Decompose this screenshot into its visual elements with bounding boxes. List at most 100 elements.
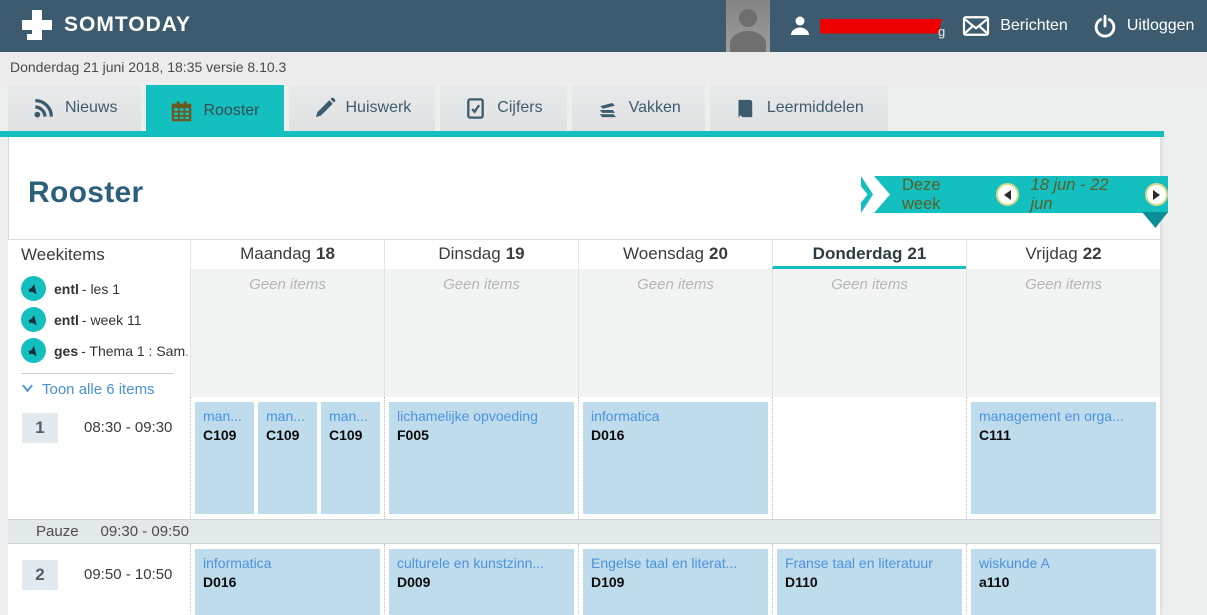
show-all-label: Toon alle 6 items [42, 381, 155, 398]
lesson-room: D016 [203, 574, 237, 591]
lesson-room: C109 [266, 427, 300, 444]
lesson-subject-link[interactable]: management en orga... [979, 407, 1148, 425]
previous-week-button[interactable] [995, 183, 1019, 206]
lesson-block[interactable]: management en orga... C111 [971, 402, 1156, 514]
weekitem-entl-week11[interactable]: entl - week 11 [8, 304, 190, 335]
envelope-icon [961, 14, 991, 38]
lesson-room: C109 [203, 427, 237, 444]
weekitems-divider [21, 373, 173, 374]
somtoday-app: SOMTODAY g Berichten Uitloggen Donderdag… [0, 0, 1207, 615]
geen-items-woensdag: Geen items [578, 269, 772, 397]
lesson-subject-link[interactable]: wiskunde A [979, 554, 1148, 572]
arrow-left-icon [999, 189, 1011, 200]
lesson-number-badge: 2 [22, 560, 58, 590]
day-number: 21 [907, 244, 927, 263]
lesson-block[interactable]: culturele en kunstzinn... D009 [389, 549, 574, 615]
day-header-dinsdag: Dinsdag 19 [384, 240, 578, 269]
lesson-block[interactable]: informatica D016 [195, 549, 380, 615]
tab-cijfers[interactable]: Cijfers [440, 85, 567, 131]
tab-rooster[interactable]: Rooster [146, 85, 284, 137]
lesson-block[interactable]: man... C109 [195, 402, 254, 514]
tab-label: Leermiddelen [766, 99, 864, 116]
show-all-items-link[interactable]: Toon alle 6 items [21, 381, 190, 398]
lesson-subject-link[interactable]: Engelse taal en literat... [591, 554, 760, 572]
weekitem-desc: - week 11 [81, 311, 142, 328]
lesson-block[interactable]: wiskunde A a110 [971, 549, 1156, 615]
somtoday-logo[interactable]: SOMTODAY [20, 8, 191, 42]
day-number: 22 [1082, 244, 1102, 263]
lesson-subject-link[interactable]: man... [329, 407, 372, 425]
lesson-row-2: 2 09:50 - 10:50 informatica D016 culture… [8, 544, 1160, 615]
books-icon [596, 97, 619, 120]
avatar-head-shape [739, 9, 757, 27]
lesson-block[interactable]: lichamelijke opvoeding F005 [389, 402, 574, 514]
tab-leermiddelen[interactable]: Leermiddelen [709, 85, 888, 131]
tab-nieuws[interactable]: Nieuws [8, 85, 142, 131]
lesson-subject-link[interactable]: informatica [203, 554, 372, 572]
next-week-button[interactable] [1144, 183, 1168, 206]
geen-items-dinsdag: Geen items [384, 269, 578, 397]
weekitem-code: ges [54, 342, 79, 359]
tab-bar: Nieuws Rooster Huiswerk Cijfers Vakken L… [8, 85, 888, 137]
day-number: 18 [315, 244, 335, 263]
messages-button[interactable]: Berichten [961, 14, 1068, 38]
logout-button[interactable]: Uitloggen [1092, 13, 1194, 39]
tab-huiswerk[interactable]: Huiswerk [288, 85, 436, 131]
lesson-block[interactable]: Engelse taal en literat... D109 [583, 549, 768, 615]
tab-label: Cijfers [497, 99, 543, 116]
messages-label: Berichten [1000, 17, 1068, 34]
username-remnant: g [938, 23, 946, 39]
avatar[interactable] [726, 0, 770, 52]
tab-label: Huiswerk [345, 99, 412, 116]
cell-row1-donderdag-empty [772, 397, 966, 519]
week-ribbon: Deze week 18 jun - 22 jun [874, 176, 1168, 213]
weekitem-label: entl - les 1 [54, 281, 120, 297]
lesson-room: D110 [785, 574, 818, 591]
lesson-subject-link[interactable]: Franse taal en literatuur [785, 554, 954, 572]
pencil-icon [313, 97, 336, 120]
lesson-subject-link[interactable]: informatica [591, 407, 760, 425]
lesson-room: D009 [397, 574, 431, 591]
logo-text: SOMTODAY [64, 13, 192, 36]
lesson-room: C109 [329, 427, 363, 444]
lesson-subject-link[interactable]: lichamelijke opvoeding [397, 407, 566, 425]
lesson-block[interactable]: informatica D016 [583, 402, 768, 514]
pauze-time: 09:30 - 09:50 [100, 523, 189, 540]
lesson-room: D109 [591, 574, 625, 591]
lesson-room: D016 [591, 427, 625, 444]
geen-items-vrijdag: Geen items [966, 269, 1160, 397]
week-range: 18 jun - 22 jun [1030, 175, 1109, 213]
day-name: Donderdag [812, 244, 903, 263]
announcement-icon [21, 276, 46, 301]
cell-row2-woensdag: Engelse taal en literat... D109 [578, 544, 772, 615]
lesson-number-badge: 1 [22, 413, 58, 443]
lesson-1-time: 1 08:30 - 09:30 [8, 397, 190, 519]
weekitem-code: entl [54, 311, 79, 328]
cell-row1-dinsdag: lichamelijke opvoeding F005 [384, 397, 578, 519]
weekitem-ges-thema1[interactable]: ges- Thema 1 : Sam... [8, 335, 197, 366]
lesson-block[interactable]: man... C109 [258, 402, 317, 514]
weekitems-header: Weekitems [21, 245, 105, 264]
power-icon [1092, 13, 1118, 39]
lesson-block[interactable]: Franse taal en literatuur D110 [777, 549, 962, 615]
day-header-woensdag: Woensdag 20 [578, 240, 772, 269]
day-number: 20 [709, 244, 728, 263]
tab-label: Rooster [203, 102, 260, 119]
lesson-time-range: 09:50 - 10:50 [84, 566, 173, 583]
tab-vakken[interactable]: Vakken [571, 85, 705, 131]
weekitem-entl-les1[interactable]: entl - les 1 [8, 273, 190, 304]
lesson-subject-link[interactable]: man... [203, 407, 246, 425]
lesson-subject-link[interactable]: culturele en kunstzinn... [397, 554, 566, 572]
cell-row2-vrijdag: wiskunde A a110 [966, 544, 1160, 615]
lesson-block[interactable]: man... C109 [321, 402, 380, 514]
day-header-maandag: Maandag 18 [190, 240, 384, 269]
day-name: Woensdag [623, 244, 705, 263]
cell-row1-vrijdag: management en orga... C111 [966, 397, 1160, 519]
lesson-room: F005 [397, 427, 429, 444]
user-icon[interactable] [788, 14, 812, 38]
lesson-subject-link[interactable]: man... [266, 407, 309, 425]
grades-icon [464, 97, 487, 120]
cell-row1-woensdag: informatica D016 [578, 397, 772, 519]
avatar-body-shape [730, 31, 766, 52]
rss-icon [32, 97, 55, 120]
